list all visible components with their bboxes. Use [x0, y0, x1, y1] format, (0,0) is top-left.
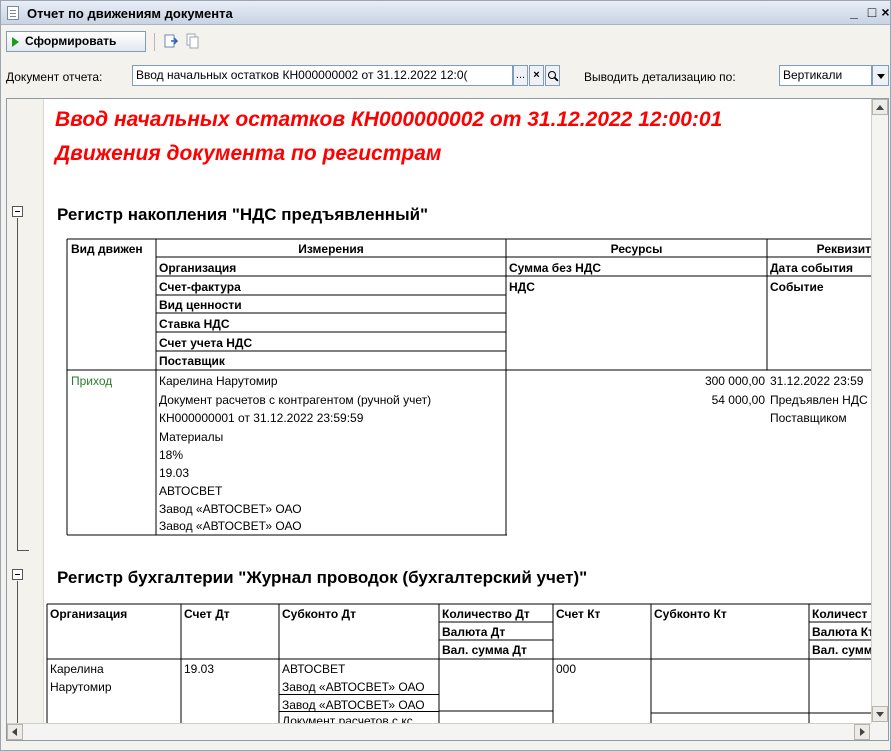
r1-row-dim: 19.03 [159, 466, 190, 480]
r2-header-credit-subconto: Субконто Кт [654, 607, 727, 621]
r1-header-movement: Вид движен [71, 242, 143, 256]
r2-header-cursum-kt: Вал. сумм [812, 643, 871, 657]
detail-select[interactable]: Вертикали [779, 65, 872, 86]
r1-row-dim: Карелина Нарутомир [159, 374, 278, 388]
search-icon [547, 71, 559, 82]
r2-row-org: Карелина [50, 662, 104, 676]
r1-row-dim: Завод «АВТОСВЕТ» ОАО [159, 519, 302, 533]
r2-row-debit-subconto: АВТОСВЕТ [282, 662, 346, 676]
report-area[interactable]: Ввод начальных остатков КН000000002 от 3… [6, 98, 889, 741]
r1-dim-field: Поставщик [159, 354, 225, 368]
register2-title: Регистр бухгалтерии "Журнал проводок (бу… [57, 568, 588, 587]
minimize-button[interactable]: _ [846, 4, 862, 20]
scroll-right-button[interactable] [854, 724, 870, 740]
vertical-scrollbar[interactable] [871, 99, 888, 723]
r1-row-res: 300 000,00 [704, 374, 765, 388]
generate-button-label: Сформировать [25, 34, 117, 48]
close-button[interactable]: × [881, 4, 890, 20]
scroll-left-button[interactable] [7, 724, 23, 740]
r1-row-req: Поставщиком [770, 411, 847, 425]
r1-req-field: Дата события [770, 261, 854, 275]
scroll-up-button[interactable] [872, 99, 888, 115]
window-title: Отчет по движениям документа [27, 6, 233, 21]
document-label: Документ отчета: [6, 70, 103, 84]
document-icon [7, 6, 19, 20]
document-open-button[interactable] [545, 65, 560, 86]
r2-row-debit-subconto: Завод «АВТОСВЕТ» ОАО [282, 680, 425, 694]
r2-header-cur-dt: Валюта Дт [442, 625, 506, 639]
scrollbar-corner [871, 723, 888, 740]
r1-row-dim: КН000000001 от 31.12.2022 23:59:59 [159, 411, 364, 425]
table-grid-lines [46, 238, 871, 723]
r2-header-debit-subconto: Субконто Дт [282, 607, 356, 621]
r1-dim-field: Счет-фактура [159, 280, 241, 294]
document-field[interactable]: Ввод начальных остатков КН000000002 от 3… [132, 65, 513, 86]
copy-icon[interactable] [184, 33, 200, 49]
r1-row-dim: Завод «АВТОСВЕТ» ОАО [159, 502, 302, 516]
r2-header-org: Организация [50, 607, 128, 621]
r2-header-credit-account: Счет Кт [556, 607, 601, 621]
r2-header-cursum-dt: Вал. сумма Дт [442, 643, 527, 657]
horizontal-scrollbar[interactable] [7, 723, 871, 740]
r2-header-debit-account: Счет Дт [184, 607, 230, 621]
r1-row-dim: Документ расчетов с контрагентом (ручной… [159, 393, 432, 407]
r1-row-req: Предъявлен НДС [770, 393, 868, 407]
r1-res-field: НДС [509, 280, 535, 294]
r1-row-dim: 18% [159, 448, 184, 462]
r1-dim-field: Вид ценности [159, 298, 242, 312]
r1-row-req: 31.12.2022 23:59 [770, 374, 864, 388]
r1-row-dim: Материалы [159, 430, 224, 444]
r1-res-field: Сумма без НДС [509, 261, 602, 275]
document-clear-button[interactable]: × [529, 65, 544, 86]
r2-subconto-dividers [279, 694, 439, 712]
report-window: Отчет по движениям документа _ □ × Сформ… [0, 0, 891, 751]
r2-row-org: Нарутомир [50, 680, 112, 694]
r1-row-res: 54 000,00 [711, 393, 765, 407]
r2-row-credit-account: 000 [556, 662, 577, 676]
toolbar: Сформировать [1, 27, 890, 57]
title-bar: Отчет по движениям документа _ □ × [1, 1, 890, 25]
r1-req-field: Событие [770, 280, 824, 294]
generate-play-icon [12, 37, 19, 47]
r2-row-debit-account: 19.03 [184, 662, 215, 676]
document-select-button[interactable]: ... [513, 65, 528, 86]
r1-header-requisites: Реквизит [816, 242, 871, 256]
r1-dim-field: Организация [159, 261, 237, 275]
detail-label: Выводить детализацию по: [584, 70, 736, 84]
maximize-button[interactable]: □ [864, 4, 880, 20]
r2-header-cur-kt: Валюта Кт [812, 625, 871, 639]
r1-dim-field: Счет учета НДС [159, 336, 253, 350]
generate-button[interactable]: Сформировать [6, 31, 146, 52]
r1-row-movement: Приход [71, 374, 113, 388]
r2-header-qty-kt: Количест [812, 607, 868, 621]
r1-header-dimensions: Измерения [298, 242, 364, 256]
filter-bar: Документ отчета: Ввод начальных остатков… [1, 63, 890, 87]
r1-header-resources: Ресурсы [610, 242, 663, 256]
export-icon[interactable] [163, 33, 179, 49]
toolbar-separator [154, 33, 155, 51]
r1-row-dim: АВТОСВЕТ [159, 484, 223, 498]
detail-dropdown-button[interactable] [872, 65, 889, 86]
r2-header-qty-dt: Количество Дт [442, 607, 530, 621]
r1-dim-field: Ставка НДС [159, 317, 230, 331]
scroll-down-button[interactable] [872, 706, 888, 722]
